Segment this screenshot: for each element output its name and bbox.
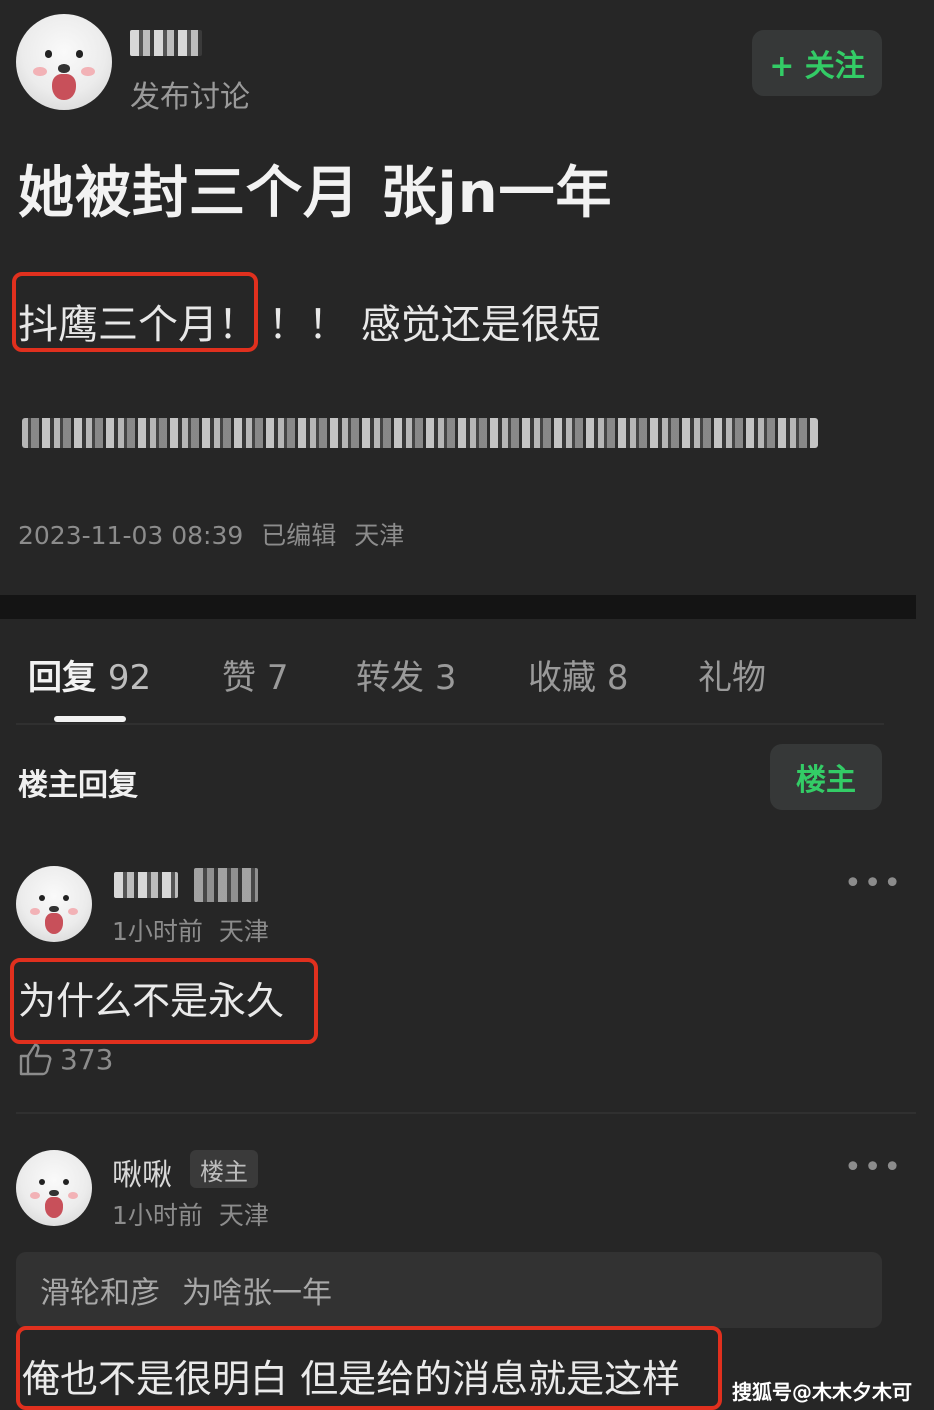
reply-separator <box>16 1112 916 1114</box>
reply-location: 天津 <box>218 1201 269 1230</box>
tab-replies[interactable]: 回复 92 <box>28 650 151 699</box>
post-location: 天津 <box>354 521 405 550</box>
follow-button[interactable]: + 关注 <box>752 30 882 96</box>
quoted-user: 滑轮和彦 <box>40 1276 160 1311</box>
highlight-box-3 <box>16 1326 722 1410</box>
highlight-box-1 <box>12 272 258 352</box>
post-edited: 已编辑 <box>261 521 337 550</box>
tab-favorites[interactable]: 收藏 8 <box>528 650 628 699</box>
reply-name-pixelated[interactable] <box>114 872 178 898</box>
post-title: 她被封三个月 张jn一年 <box>18 161 613 226</box>
quoted-text: 为啥张一年 <box>182 1276 332 1311</box>
post-timestamp: 2023-11-03 08:39 <box>18 521 244 550</box>
thumbs-up-icon <box>19 1043 52 1076</box>
reply-meta: 1小时前 天津 <box>112 1196 269 1232</box>
author-avatar[interactable] <box>16 14 112 110</box>
watermark: 搜狐号@木木夕木可 <box>732 1380 912 1404</box>
pixelated-text-line <box>22 418 818 448</box>
author-name-pixelated[interactable] <box>130 30 202 56</box>
op-replies-title: 楼主回复 <box>18 768 138 803</box>
reply-meta: 1小时前 天津 <box>112 912 269 948</box>
reply-author-name[interactable]: 啾啾 <box>112 1150 172 1194</box>
quoted-reply[interactable]: 滑轮和彦 为啥张一年 <box>16 1252 882 1328</box>
reply-time: 1小时前 <box>112 917 203 946</box>
more-options-icon[interactable]: ••• <box>844 866 903 901</box>
like-button[interactable]: 373 <box>18 1042 113 1076</box>
section-divider <box>0 595 916 619</box>
more-options-icon[interactable]: ••• <box>844 1150 903 1185</box>
tab-reposts[interactable]: 转发 3 <box>356 650 456 699</box>
author-action: 发布讨论 <box>130 80 250 115</box>
reply-time: 1小时前 <box>112 1201 203 1230</box>
highlight-box-2 <box>10 958 318 1044</box>
reply-badge-pixelated <box>194 868 258 902</box>
reply-avatar[interactable] <box>16 866 92 942</box>
op-filter-button[interactable]: 楼主 <box>770 744 882 810</box>
tab-gifts[interactable]: 礼物 <box>698 650 766 699</box>
tabs-divider <box>16 723 884 725</box>
reply-avatar[interactable] <box>16 1150 92 1226</box>
reply-location: 天津 <box>218 917 269 946</box>
like-count: 373 <box>60 1042 114 1076</box>
content-rest: ！！ 感觉还是很短 <box>268 302 601 348</box>
tab-likes[interactable]: 赞 7 <box>222 650 288 699</box>
post-meta: 2023-11-03 08:39 已编辑 天津 <box>18 516 404 552</box>
active-tab-indicator <box>54 716 126 722</box>
op-badge: 楼主 <box>190 1150 258 1188</box>
